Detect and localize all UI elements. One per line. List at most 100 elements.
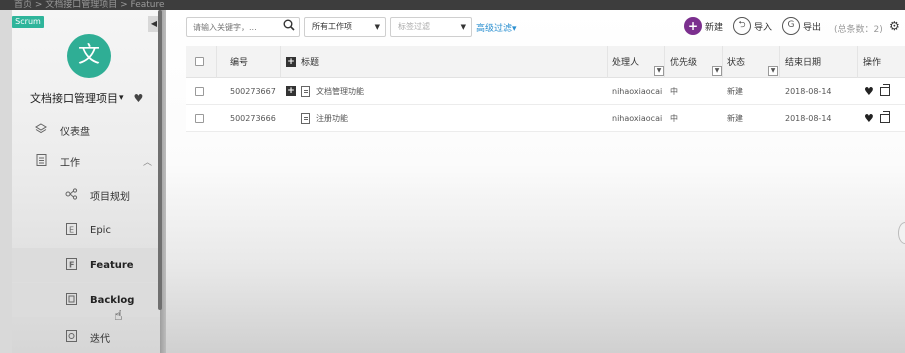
scrum-badge: Scrum (12, 16, 44, 28)
chevron-down-icon: ▼ (374, 23, 380, 31)
table-row[interactable]: 500273666 注册功能 nihaoxiaocai 中 新建 2018-08… (186, 105, 905, 132)
row-id: 500273667 (230, 86, 276, 96)
table-header: 编号 + 标题 处理人 ▼ 优先级 ▼ 状态 ▼ 结束日期 操作 (186, 46, 905, 78)
row-assignee: nihaoxiaocai (612, 86, 663, 96)
toolbar: 所有工作项 ▼ 标签过滤 ▼ 高级过滤▾ + 新建 ⮌ 导入 G 导出 (总条数… (166, 10, 905, 44)
header-assignee[interactable]: 处理人 (612, 46, 639, 77)
tag-filter-select[interactable]: 标签过滤 ▼ (390, 17, 472, 37)
sidebar-item-work[interactable]: 工作 ︿ (12, 144, 160, 178)
layers-icon (34, 123, 48, 137)
row-status: 新建 (727, 113, 743, 123)
header-id[interactable]: 编号 (230, 46, 248, 77)
row-title[interactable]: + 文档管理功能 (286, 78, 364, 104)
sidebar-scrollbar[interactable] (158, 10, 162, 310)
row-title-label[interactable]: 文档管理功能 (316, 86, 364, 97)
hand-cursor-icon: ☝ (114, 308, 123, 324)
favorite-heart-icon[interactable]: ♥ (134, 92, 144, 105)
export-button[interactable]: G 导出 (782, 17, 821, 35)
iteration-icon (64, 330, 78, 344)
tag-filter-value: 标签过滤 (398, 22, 430, 31)
chevron-down-icon: ▾ (119, 93, 124, 103)
row-checkbox[interactable] (195, 78, 204, 104)
epic-icon: E (64, 223, 78, 237)
sidebar-item-label: 仪表盘 (60, 126, 90, 138)
chevron-up-icon[interactable]: ︿ (143, 155, 152, 168)
sidebar-item-label: 项目规划 (90, 191, 130, 203)
copy-icon[interactable] (879, 83, 890, 96)
sidebar-item-label: Backlog (90, 294, 135, 306)
header-title[interactable]: + 标题 (286, 46, 319, 77)
row-end-date: 2018-08-14 (785, 113, 832, 123)
svg-text:E: E (69, 226, 74, 235)
filter-icon[interactable]: ▼ (654, 66, 664, 76)
feature-icon: F (64, 258, 78, 272)
favorite-heart-icon[interactable]: ♥ (864, 85, 874, 98)
import-button[interactable]: ⮌ 导入 (733, 17, 772, 35)
import-label: 导入 (754, 22, 773, 33)
export-icon: G (782, 17, 800, 35)
sidebar-item-backlog[interactable]: Backlog (12, 283, 160, 317)
row-priority: 中 (670, 86, 678, 96)
plus-icon: + (684, 17, 702, 35)
chevron-down-icon: ▼ (460, 23, 466, 31)
row-priority: 中 (670, 113, 678, 123)
expand-row-icon[interactable]: + (286, 86, 296, 96)
row-end-date: 2018-08-14 (785, 86, 832, 96)
sidebar-item-dashboard[interactable]: 仪表盘 (12, 113, 160, 147)
sidebar-item-feature[interactable]: F Feature (12, 248, 160, 282)
header-title-label: 标题 (301, 58, 320, 68)
sidebar-item-epic[interactable]: E Epic (12, 213, 160, 247)
sidebar: Scrum ◀ 文 文档接口管理项目 ▾ ♥ 仪表盘 工作 ︿ 项目规划 E E… (12, 10, 160, 353)
project-name: 文档接口管理项目 (30, 92, 118, 105)
new-label: 新建 (705, 22, 724, 33)
search-input[interactable] (187, 18, 277, 36)
table-row[interactable]: 500273667 + 文档管理功能 nihaoxiaocai 中 新建 201… (186, 78, 905, 105)
filter-icon[interactable]: ▼ (768, 66, 778, 76)
import-icon: ⮌ (733, 17, 751, 35)
backlog-icon (64, 293, 78, 307)
row-title-label[interactable]: 注册功能 (316, 113, 348, 124)
work-item-table: 编号 + 标题 处理人 ▼ 优先级 ▼ 状态 ▼ 结束日期 操作 5002736… (186, 46, 905, 132)
breadcrumb: 首页 > 文档接口管理项目 > Feature (14, 0, 165, 10)
row-actions: ♥ (864, 105, 890, 131)
side-drawer-handle[interactable] (898, 222, 905, 244)
row-actions: ♥ (864, 78, 890, 104)
expand-all-icon[interactable]: + (286, 56, 296, 67)
header-priority[interactable]: 优先级 (670, 46, 697, 77)
top-strip: 首页 > 文档接口管理项目 > Feature (0, 0, 905, 10)
work-item-type-select[interactable]: 所有工作项 ▼ (304, 17, 386, 37)
new-button[interactable]: + 新建 (684, 17, 723, 35)
sidebar-item-label: 迭代 (90, 333, 110, 345)
project-avatar: 文 (67, 34, 111, 78)
main-panel: 所有工作项 ▼ 标签过滤 ▼ 高级过滤▾ + 新建 ⮌ 导入 G 导出 (总条数… (166, 10, 905, 353)
favorite-heart-icon[interactable]: ♥ (864, 112, 874, 125)
gear-icon[interactable]: ⚙ (889, 19, 900, 33)
work-item-type-value: 所有工作项 (312, 22, 352, 31)
total-count: (总条数：2) (834, 25, 883, 35)
advanced-filter-link[interactable]: 高级过滤▾ (476, 21, 517, 34)
row-assignee: nihaoxiaocai (612, 113, 663, 123)
sidebar-item-label: 工作 (60, 157, 80, 169)
row-status: 新建 (727, 86, 743, 96)
project-plan-icon (64, 188, 78, 202)
row-id: 500273666 (230, 113, 276, 123)
document-icon (301, 85, 310, 97)
select-all-checkbox[interactable] (195, 46, 204, 77)
row-checkbox[interactable] (195, 105, 204, 131)
sidebar-item-iteration[interactable]: 迭代 (12, 320, 160, 353)
header-end-date[interactable]: 结束日期 (785, 46, 821, 77)
svg-text:F: F (69, 261, 74, 270)
header-actions: 操作 (863, 58, 882, 68)
sidebar-item-project-plan[interactable]: 项目规划 (12, 178, 160, 212)
row-title[interactable]: 注册功能 (301, 105, 348, 131)
project-switcher[interactable]: 文档接口管理项目 ▾ ♥ (30, 90, 150, 106)
sidebar-item-label: Feature (90, 259, 134, 271)
filter-icon[interactable]: ▼ (712, 66, 722, 76)
sidebar-item-label: Epic (90, 224, 111, 236)
copy-icon[interactable] (879, 110, 890, 123)
document-icon (301, 112, 310, 124)
header-status[interactable]: 状态 (727, 46, 745, 77)
search-box[interactable] (186, 17, 300, 37)
search-icon[interactable] (283, 19, 295, 34)
export-label: 导出 (803, 22, 822, 33)
